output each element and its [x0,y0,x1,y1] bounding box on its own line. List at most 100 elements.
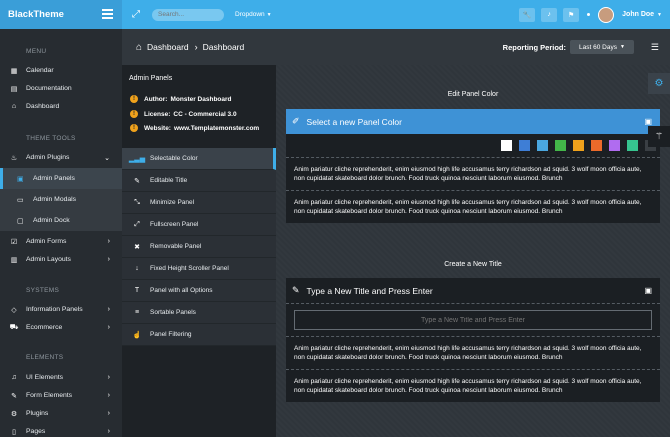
sidebar-item-admin-layouts[interactable]: ▥ Admin Layouts › [0,251,122,268]
sidebar-item-ui-elements[interactable]: ♫ UI Elements › [0,369,122,386]
user-name: John Doe [622,11,655,18]
compress-icon: ⤡ [134,198,140,206]
sidebar-heading-elements: ELEMENTS [26,354,64,361]
breadcrumb-link[interactable]: Dashboard [147,42,189,52]
chevron-right-icon: › [194,42,198,52]
panel-body-text: Anim pariatur cliche reprehenderit, enim… [294,345,642,361]
list-item-label: Fullscreen Panel [150,221,199,228]
wrench-icon[interactable]: 🔧 [519,7,536,22]
main-content: Edit Panel Color ✐ Select a new Panel Co… [276,65,670,437]
brand-logo[interactable]: BlackTheme [0,0,122,29]
sidebar-item-label: Admin Plugins [26,154,70,161]
dropdown-menu[interactable]: Dropdown ▼ [235,11,272,18]
new-title-input[interactable] [294,310,652,330]
magic-wand-icon[interactable]: ⚚ [648,126,670,147]
color-swatch[interactable] [555,140,566,151]
settings-gear-icon[interactable]: ⚙ [648,73,670,94]
chevron-right-icon: › [107,374,110,381]
warning-icon: ! [130,95,138,103]
panel-title[interactable]: Type a New Title and Press Enter [307,286,433,296]
sidebar-item-admin-modals[interactable]: ▭ Admin Modals [0,189,122,210]
panel-option-removable[interactable]: ✖ Removable Panel [122,236,276,258]
save-icon[interactable]: ▣ [644,117,652,126]
sidebar-item-ecommerce[interactable]: ⛟ Ecommerce › [0,319,122,336]
sidebar-item-admin-plugins[interactable]: ♨ Admin Plugins ⌄ [0,149,122,166]
check-icon: ☑ [10,238,18,246]
sidebar-item-label: Documentation [26,85,72,92]
list-icon[interactable]: ☰ [651,42,659,53]
expand-icon[interactable]: ⤢ [132,9,142,20]
info-value: Monster Dashboard [170,95,232,103]
list-item-label: Minimize Panel [150,199,195,206]
reporting-period-select[interactable]: Last 60 Days ▼ [570,40,634,54]
panel-option-editable-title[interactable]: ✎ Editable Title [122,170,276,192]
bell-icon[interactable]: ♪ [541,7,558,22]
sidebar-item-documentation[interactable]: ▤ Documentation [0,80,122,97]
sidebar-item-label: Admin Modals [33,196,77,203]
info-author: ! Author: Monster Dashboard [130,93,232,105]
caret-down-icon: ▼ [619,44,625,50]
sidebar-item-label: Admin Panels [33,175,75,182]
color-swatch[interactable] [573,140,584,151]
hand-icon: ☝ [132,331,142,339]
hamburger-icon[interactable] [102,9,113,19]
chevron-right-icon: › [107,410,110,417]
panel-option-fullscreen[interactable]: ⤢ Fullscreen Panel [122,214,276,236]
info-value: www.Templatemonster.com [173,124,260,132]
brand-name: BlackTheme [8,9,64,20]
sidebar-item-admin-panels[interactable]: ▣ Admin Panels [0,168,122,189]
color-panel: ✐ Select a new Panel Color ▣ Anim pariat… [286,109,660,223]
sidebar-item-form-elements[interactable]: ✎ Form Elements › [0,387,122,404]
sidebar-item-dashboard[interactable]: ⌂ Dashboard [0,98,122,115]
save-icon[interactable]: ▣ [644,286,652,295]
panel-option-all-options[interactable]: T Panel with all Options [122,280,276,302]
color-swatch[interactable] [627,140,638,151]
panel-option-minimize[interactable]: ⤡ Minimize Panel [122,192,276,214]
sidebar-item-plugins[interactable]: ⚙ Plugins › [0,405,122,422]
panel-body-text: Anim pariatur cliche reprehenderit, enim… [286,369,660,402]
panel-option-sortable[interactable]: ≡ Sortable Panels [122,302,276,324]
panel-option-fixed-height[interactable]: ↓ Fixed Height Scroller Panel [122,258,276,280]
pin-icon: ✐ [292,116,300,126]
pencil-icon: ✎ [134,177,140,185]
text-icon: T [134,287,140,294]
reporting-period-value: Last 60 Days [579,43,617,51]
chevron-right-icon: › [107,256,110,263]
user-menu[interactable]: John Doe ▼ [622,11,662,18]
top-bar: BlackTheme ⤢ Dropdown▼ 🔧 ♪ ⚑ John Doe▼ [0,0,670,29]
chevron-right-icon: › [107,238,110,245]
list-item-label: Selectable Color [150,155,198,162]
caret-down-icon: ▼ [657,12,662,18]
chevron-right-icon: › [107,392,110,399]
color-swatch[interactable] [537,140,548,151]
sidebar-item-label: Admin Layouts [26,256,71,263]
color-swatch[interactable] [519,140,530,151]
color-swatch[interactable] [609,140,620,151]
flag-icon[interactable]: ⚑ [563,7,580,22]
color-swatch[interactable] [591,140,602,151]
panel-body-text: Anim pariatur cliche reprehenderit, enim… [286,190,660,223]
list-item-label: Panel with all Options [150,287,213,294]
reporting-period-label: Reporting Period: [502,42,566,52]
chevron-right-icon: › [107,428,110,435]
search-input[interactable] [152,8,224,21]
sidebar-item-pages[interactable]: ▯ Pages › [0,423,122,437]
modal-icon: ▭ [17,196,24,204]
home-icon[interactable]: ⌂ [136,42,142,53]
sidebar-item-label: Dashboard [26,103,60,110]
info-key: Website: [144,124,171,132]
sidebar-item-calendar[interactable]: ▦ Calendar [0,62,122,79]
list-item-label: Removable Panel [150,243,202,250]
color-swatch[interactable] [501,140,512,151]
avatar[interactable] [598,6,615,23]
sidebar-item-information-panels[interactable]: ◇ Information Panels › [0,301,122,318]
warning-icon: ! [130,124,138,132]
panel-option-filtering[interactable]: ☝ Panel Filtering [122,324,276,346]
sidebar-item-admin-dock[interactable]: ▢ Admin Dock [0,210,122,231]
sidebar-item-admin-forms[interactable]: ☑ Admin Forms › [0,233,122,250]
color-swatches [286,134,660,158]
info-value: CC - Commercial 3.0 [173,110,237,118]
sidebar-item-label: Form Elements [26,392,73,399]
panel-option-selectable-color[interactable]: ▂▃▅ Selectable Color [122,148,276,170]
info-website: ! Website: www.Templatemonster.com [130,122,259,134]
